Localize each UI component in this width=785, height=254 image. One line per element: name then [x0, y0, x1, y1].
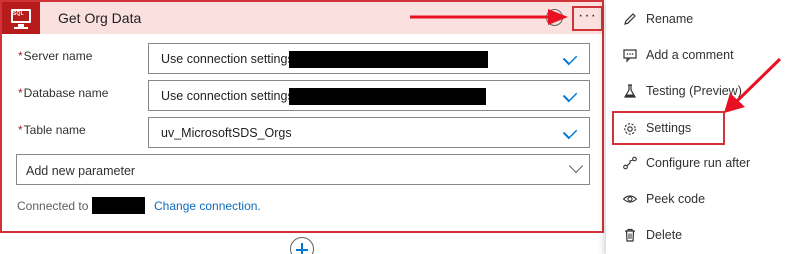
- chevron-down-icon: [568, 158, 584, 174]
- chevron-down-icon: [562, 124, 578, 140]
- server-name-select[interactable]: Use connection settings: [148, 43, 590, 74]
- database-name-select[interactable]: Use connection settings: [148, 80, 590, 111]
- connected-to-label: Connected to: [17, 199, 89, 213]
- chevron-down-icon: [562, 50, 578, 66]
- redacted-block: [289, 51, 488, 68]
- sql-server-icon: SQL: [2, 2, 40, 34]
- redacted-block: [289, 88, 486, 105]
- comment-icon: [622, 47, 638, 63]
- gear-icon: [622, 121, 638, 137]
- server-name-value: Use connection settings: [161, 52, 294, 66]
- menu-item-peek-code[interactable]: Peek code: [606, 182, 785, 216]
- table-name-label: *Table name: [18, 123, 86, 137]
- context-menu: Rename Add a comment Testing (Preview) S…: [606, 0, 785, 254]
- chevron-down-icon: [562, 87, 578, 103]
- database-name-value: Use connection settings: [161, 89, 294, 103]
- menu-item-configure-run-after[interactable]: Configure run after: [606, 146, 785, 180]
- menu-item-rename[interactable]: Rename: [606, 2, 785, 36]
- pencil-icon: [622, 11, 638, 27]
- eye-icon: [622, 191, 638, 207]
- table-name-value: uv_MicrosoftSDS_Orgs: [161, 126, 292, 140]
- trash-icon: [622, 227, 638, 243]
- add-parameter-label: Add new parameter: [26, 164, 136, 178]
- table-name-select[interactable]: uv_MicrosoftSDS_Orgs: [148, 117, 590, 148]
- add-parameter-dropdown[interactable]: Add new parameter: [16, 154, 590, 185]
- annotation-arrow: [410, 9, 568, 25]
- action-card: SQL Get Org Data ··· *Server name Use co…: [0, 0, 604, 233]
- database-name-label: *Database name: [18, 86, 109, 100]
- card-title[interactable]: Get Org Data: [58, 10, 141, 26]
- more-options-button[interactable]: ···: [572, 6, 603, 31]
- server-name-label: *Server name: [18, 49, 93, 63]
- run-after-icon: [622, 155, 638, 171]
- add-step-button[interactable]: [290, 237, 314, 254]
- menu-item-settings[interactable]: Settings: [612, 111, 725, 145]
- annotation-arrow: [724, 57, 782, 113]
- change-connection-link[interactable]: Change connection.: [154, 199, 261, 213]
- flask-icon: [622, 83, 638, 99]
- menu-item-delete[interactable]: Delete: [606, 218, 785, 252]
- redacted-block: [92, 197, 145, 214]
